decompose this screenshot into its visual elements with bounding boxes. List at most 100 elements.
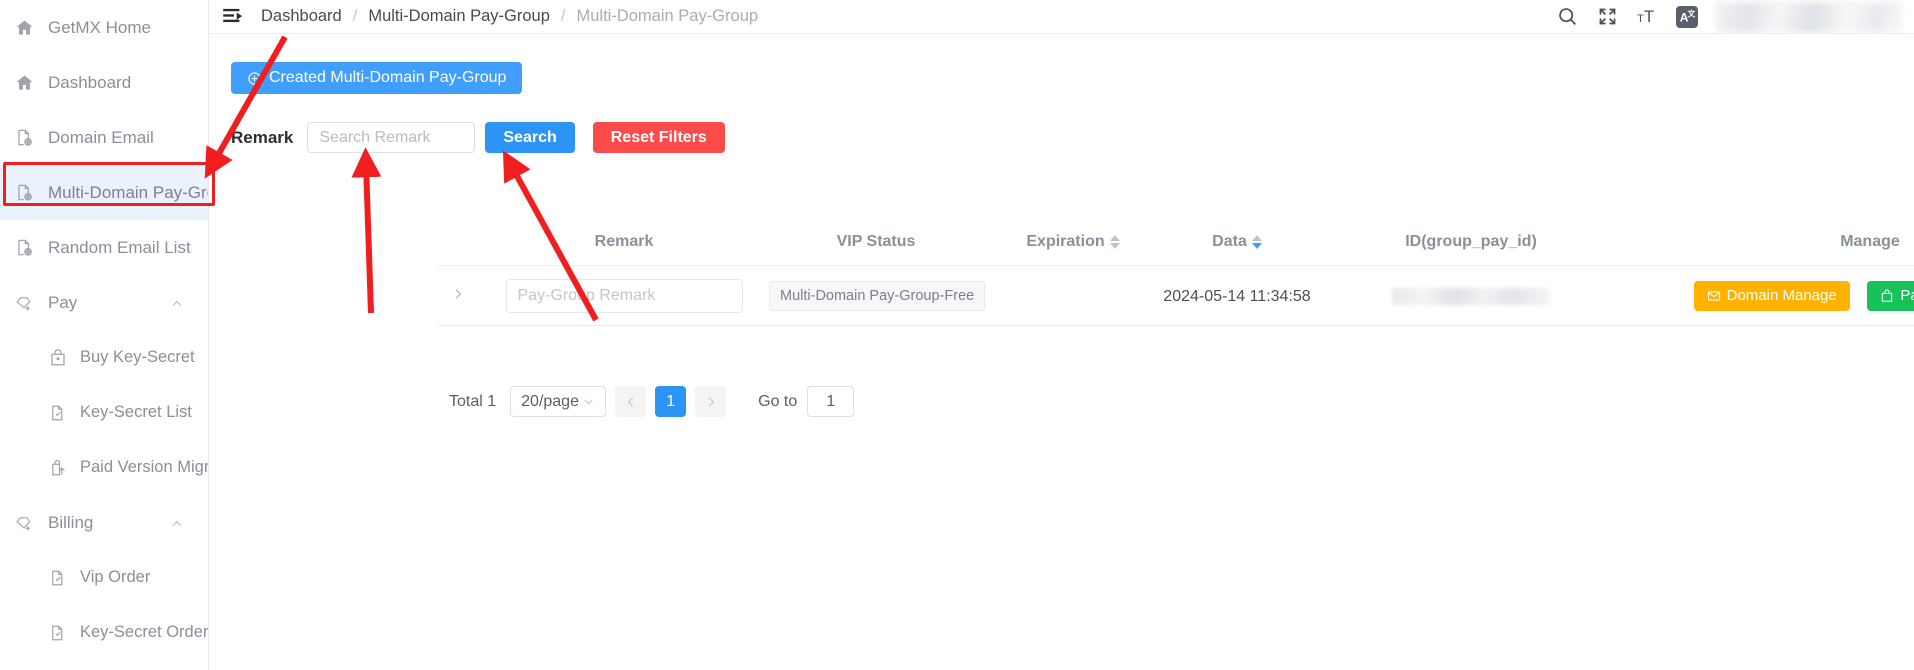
sidebar-item-label: Key-Secret List xyxy=(80,403,192,422)
remark-filter-label: Remark xyxy=(231,127,294,147)
plus-circle-icon xyxy=(247,71,262,86)
sidebar-item-domain-email[interactable]: Domain Email xyxy=(0,110,208,165)
document-globe-icon xyxy=(14,238,34,258)
goto-page-input[interactable] xyxy=(807,386,855,417)
sidebar-item-vip-order[interactable]: Vip Order xyxy=(0,550,208,605)
sidebar-item-key-secret-list[interactable]: Key-Secret List xyxy=(0,385,208,440)
chevron-right-icon xyxy=(704,395,718,409)
chevron-up-icon[interactable] xyxy=(170,296,184,310)
search-icon[interactable] xyxy=(1556,6,1578,28)
breadcrumb-separator: / xyxy=(560,7,566,25)
sidebar-item-label: Paid Version Migration xyxy=(80,458,209,477)
table-header-data-label: Data xyxy=(1212,232,1247,250)
document-check-icon xyxy=(48,623,68,643)
fullscreen-icon[interactable] xyxy=(1596,6,1618,28)
font-size-icon[interactable]: TT xyxy=(1636,6,1658,28)
top-header: Dashboard / Multi-Domain Pay-Group / Mul… xyxy=(209,0,1914,34)
chevron-down-icon xyxy=(582,395,595,408)
chevron-up-icon[interactable] xyxy=(170,516,184,530)
sidebar-group-referral-program[interactable]: Referral Program xyxy=(0,660,208,670)
breadcrumb-item-pay-group[interactable]: Multi-Domain Pay-Group xyxy=(368,7,550,26)
sidebar-item-label: GetMX Home xyxy=(48,18,151,37)
sidebar-item-buy-key-secret[interactable]: Buy Key-Secret xyxy=(0,330,208,385)
goto-label: Go to xyxy=(758,392,798,410)
breadcrumb-item-current: Multi-Domain Pay-Group xyxy=(576,7,759,25)
svg-text:T: T xyxy=(1637,13,1644,25)
table-row: Multi-Domain Pay-Group-Free 2024-05-14 1… xyxy=(437,266,1914,326)
filter-bar: Remark Search Reset Filters xyxy=(231,122,725,153)
sidebar-item-label: Buy Key-Secret xyxy=(80,348,195,367)
sort-toggle-expiration[interactable] xyxy=(1109,234,1120,249)
chevron-right-icon[interactable] xyxy=(451,286,465,306)
sidebar-group-pay[interactable]: Pay xyxy=(0,275,208,330)
sidebar-item-getmx-home[interactable]: GetMX Home xyxy=(0,0,208,55)
sidebar-item-label: Random Email List xyxy=(48,238,191,257)
home-icon xyxy=(14,18,34,38)
pay-label: Pay xyxy=(1900,287,1914,304)
sidebar-item-paid-version-migration[interactable]: Paid Version Migration xyxy=(0,440,208,495)
reset-filters-button[interactable]: Reset Filters xyxy=(592,122,725,153)
hamburger-collapse-icon[interactable] xyxy=(223,8,245,26)
diamond-plus-icon xyxy=(14,513,34,533)
table-header-id: ID(group_pay_id) xyxy=(1405,232,1537,250)
document-globe-icon xyxy=(14,128,34,148)
table-header-remark: Remark xyxy=(594,232,654,250)
upload-bag-icon xyxy=(48,458,68,478)
table-header-expiration[interactable]: Expiration xyxy=(983,233,1163,251)
page-size-select[interactable]: 20/page xyxy=(510,386,607,417)
table-header-expiration-label: Expiration xyxy=(1026,232,1105,250)
pay-group-table: Remark VIP Status Expiration Data ID(gro… xyxy=(437,218,1914,326)
table-header-manage: Manage xyxy=(1840,232,1900,250)
annotation-highlight-box xyxy=(3,162,215,206)
sidebar-item-label: Domain Email xyxy=(48,128,154,147)
sidebar-item-dashboard[interactable]: Dashboard xyxy=(0,55,208,110)
sidebar-item-label: Dashboard xyxy=(48,73,132,92)
document-check-icon xyxy=(48,403,68,423)
row-group-pay-id-redacted xyxy=(1392,287,1550,305)
pagination-next-button[interactable] xyxy=(695,386,727,417)
row-data-cell: 2024-05-14 11:34:58 xyxy=(1163,287,1311,305)
table-header-row: Remark VIP Status Expiration Data ID(gro… xyxy=(437,218,1914,266)
breadcrumb-separator: / xyxy=(352,7,358,25)
table-header-vip-status: VIP Status xyxy=(836,232,916,250)
pagination-page-1[interactable]: 1 xyxy=(655,386,687,417)
domain-manage-label: Domain Manage xyxy=(1726,287,1837,304)
search-remark-input[interactable] xyxy=(307,122,476,153)
user-account-area[interactable] xyxy=(1716,1,1902,32)
breadcrumb: Dashboard / Multi-Domain Pay-Group / Mul… xyxy=(261,7,758,26)
sidebar-item-label: Billing xyxy=(48,513,94,532)
home-icon xyxy=(14,73,34,93)
sort-toggle-data[interactable] xyxy=(1251,234,1262,249)
svg-text:文: 文 xyxy=(1687,9,1695,19)
sidebar-item-label: Vip Order xyxy=(80,568,151,587)
sidebar: GetMX Home Dashboard Domain Email Multi-… xyxy=(0,0,209,670)
sidebar-group-billing[interactable]: Billing xyxy=(0,495,208,550)
pagination-prev-button[interactable] xyxy=(615,386,647,417)
domain-manage-button[interactable]: Domain Manage xyxy=(1693,280,1850,311)
sidebar-item-label: Pay xyxy=(48,293,78,312)
document-check-icon xyxy=(48,568,68,588)
chevron-left-icon xyxy=(624,395,638,409)
svg-text:T: T xyxy=(1644,7,1654,26)
diamond-plus-icon xyxy=(14,293,34,313)
pay-button[interactable]: Pay xyxy=(1867,280,1914,311)
language-translate-icon[interactable]: A文 xyxy=(1676,5,1698,28)
total-count-label: Total 1 xyxy=(449,392,497,410)
main-content: Created Multi-Domain Pay-Group Remark Se… xyxy=(209,34,1914,670)
bag-icon xyxy=(48,348,68,368)
create-multi-domain-pay-group-button[interactable]: Created Multi-Domain Pay-Group xyxy=(231,62,523,94)
create-button-label: Created Multi-Domain Pay-Group xyxy=(269,69,507,86)
page-size-value: 20/page xyxy=(521,392,579,410)
row-remark-input[interactable] xyxy=(505,278,743,313)
mail-icon xyxy=(1707,289,1721,303)
search-button[interactable]: Search xyxy=(485,122,575,153)
status-badge: Multi-Domain Pay-Group-Free xyxy=(769,280,986,311)
header-actions: TT A文 xyxy=(1556,1,1914,32)
breadcrumb-item-dashboard[interactable]: Dashboard xyxy=(261,7,342,26)
sidebar-item-key-secret-order[interactable]: Key-Secret Order xyxy=(0,605,208,660)
table-header-data[interactable]: Data xyxy=(1163,233,1311,251)
sidebar-item-random-email-list[interactable]: Random Email List xyxy=(0,220,208,275)
pagination: Total 1 20/page 1 Go to xyxy=(449,386,855,417)
bag-icon xyxy=(1880,288,1894,303)
sidebar-item-label: Key-Secret Order xyxy=(80,623,209,642)
